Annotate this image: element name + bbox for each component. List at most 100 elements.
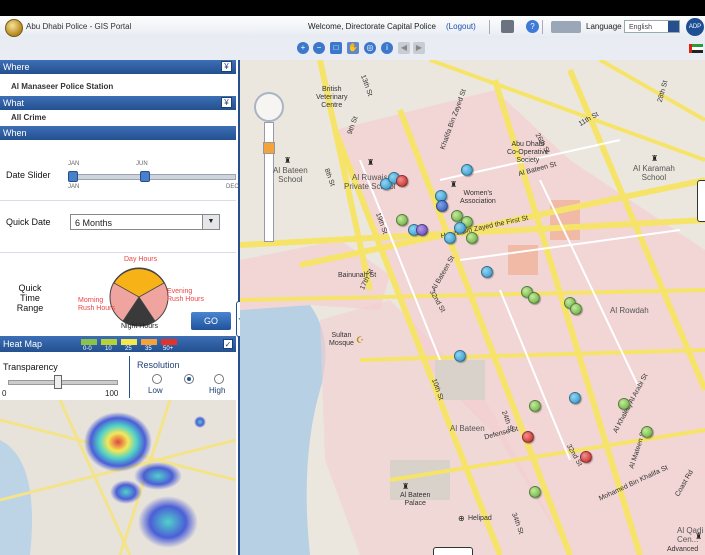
go-button[interactable]: GO — [191, 312, 231, 330]
incident-pin[interactable] — [416, 224, 428, 236]
welcome-text: Welcome, Directorate Capital Police — [308, 22, 436, 31]
transparency-slider-track[interactable] — [8, 380, 118, 385]
where-title: Where — [3, 62, 30, 72]
map-label: Al Bateen School — [273, 166, 308, 184]
helipad-icon: ⊕ — [458, 514, 465, 523]
incident-pin[interactable] — [528, 292, 540, 304]
chevron-down-icon[interactable]: ¥ — [221, 97, 232, 108]
landmark-icon: ♜ — [402, 482, 410, 491]
resolution-medium-radio[interactable] — [184, 374, 194, 384]
forward-icon[interactable]: ▶ — [413, 42, 425, 54]
when-header[interactable]: When — [0, 126, 236, 140]
logout-link[interactable]: (Logout) — [446, 22, 476, 31]
resolution-low-label: Low — [148, 386, 163, 395]
quick-date-select[interactable]: 6 Months ▼ — [70, 214, 220, 230]
zoom-out-icon[interactable]: − — [313, 42, 325, 54]
separator — [542, 20, 543, 34]
uae-flag-icon[interactable] — [689, 44, 703, 53]
divider — [129, 356, 130, 398]
school-icon: ♜ — [651, 154, 659, 163]
map-label: Advanced — [667, 546, 699, 553]
transparency-slider-handle[interactable] — [54, 375, 62, 389]
separator — [489, 20, 490, 34]
incident-pin[interactable] — [436, 200, 448, 212]
language-label: Language — [586, 22, 622, 31]
heatmap-overlay — [0, 400, 236, 555]
chevron-down-icon[interactable]: ▼ — [202, 215, 219, 229]
quick-date-label: Quick Date — [6, 217, 51, 227]
what-value: All Crime — [11, 113, 47, 122]
map-toolbar: + − □ ✋ ◎ i ◀ ▶ — [0, 38, 705, 61]
world-map-icon — [551, 21, 581, 33]
top-header: Abu Dhabi Police - GIS Portal Welcome, D… — [0, 16, 705, 39]
legend-label: 25 — [125, 346, 132, 352]
legend-swatch — [101, 339, 117, 345]
incident-pin[interactable] — [454, 222, 466, 234]
legend-label: 35 — [145, 346, 152, 352]
transparency-label: Transparency — [3, 362, 58, 372]
heat-cluster — [84, 412, 152, 472]
slider-tick-start: JAN — [68, 161, 80, 167]
pan-icon[interactable]: ✋ — [347, 42, 359, 54]
heat-cluster — [134, 462, 182, 490]
zoom-box-icon[interactable]: □ — [330, 42, 342, 54]
divider — [0, 200, 236, 201]
printer-icon[interactable] — [501, 20, 514, 33]
date-slider-start-handle[interactable] — [68, 171, 78, 182]
transparency-min: 0 — [2, 389, 7, 398]
incident-pin[interactable] — [569, 392, 581, 404]
date-slider-end-handle[interactable] — [140, 171, 150, 182]
chevron-down-icon[interactable]: ¥ — [221, 61, 232, 72]
heatmap-title: Heat Map — [3, 339, 43, 349]
map-label: Al Rowdah — [610, 306, 649, 315]
evening-hours-label: Evening Rush Hours — [167, 288, 204, 303]
bottom-panel-handle[interactable] — [433, 547, 473, 555]
app-title: Abu Dhabi Police - GIS Portal — [26, 22, 132, 31]
incident-pin[interactable] — [580, 451, 592, 463]
info-icon[interactable]: i — [381, 42, 393, 54]
where-header[interactable]: Where ¥ — [0, 60, 236, 74]
morning-hours-label: Morning Rush Hours — [78, 297, 115, 312]
mosque-icon: ☪ — [356, 335, 365, 345]
zoom-in-icon[interactable]: + — [297, 42, 309, 54]
help-icon[interactable]: ? — [526, 20, 539, 33]
slider-tick-end-left: JAN — [68, 184, 80, 190]
incident-pin[interactable] — [529, 400, 541, 412]
zoom-slider-handle[interactable] — [263, 142, 275, 154]
resolution-low-radio[interactable] — [152, 374, 162, 384]
legend-swatch — [121, 339, 137, 345]
main-map[interactable]: British Veterinary Centre Al Bateen Scho… — [240, 60, 705, 555]
incident-pin[interactable] — [529, 486, 541, 498]
incident-pin[interactable] — [466, 232, 478, 244]
chevron-down-icon[interactable] — [668, 21, 679, 32]
heat-cluster — [194, 416, 206, 428]
divider — [0, 252, 236, 253]
incident-pin[interactable] — [396, 214, 408, 226]
night-hours-label: Night Hours — [121, 323, 158, 330]
legend-label: 0-0 — [83, 346, 92, 352]
incident-pin[interactable] — [618, 398, 630, 410]
resolution-high-radio[interactable] — [214, 374, 224, 384]
date-slider-track[interactable] — [70, 174, 236, 180]
what-title: What — [3, 98, 25, 108]
full-extent-icon[interactable]: ◎ — [364, 42, 376, 54]
incident-pin[interactable] — [454, 350, 466, 362]
what-header[interactable]: What ¥ — [0, 96, 236, 110]
map-label: Sultan Mosque — [329, 332, 354, 347]
time-range-wheel[interactable] — [108, 266, 170, 328]
incident-pin[interactable] — [444, 232, 456, 244]
incident-pin[interactable] — [570, 303, 582, 315]
incident-pin[interactable] — [481, 266, 493, 278]
legend-swatch — [81, 339, 97, 345]
right-panel-handle[interactable] — [697, 180, 705, 222]
incident-pin[interactable] — [522, 431, 534, 443]
incident-pin[interactable] — [396, 175, 408, 187]
pan-control[interactable] — [254, 92, 284, 122]
heatmap-checkbox[interactable]: ✓ — [223, 339, 233, 349]
back-icon[interactable]: ◀ — [398, 42, 410, 54]
heatmap-mini-map[interactable] — [0, 400, 236, 555]
incident-pin[interactable] — [641, 426, 653, 438]
incident-pin[interactable] — [461, 164, 473, 176]
transparency-max: 100 — [105, 389, 119, 398]
heat-cluster — [110, 480, 142, 504]
